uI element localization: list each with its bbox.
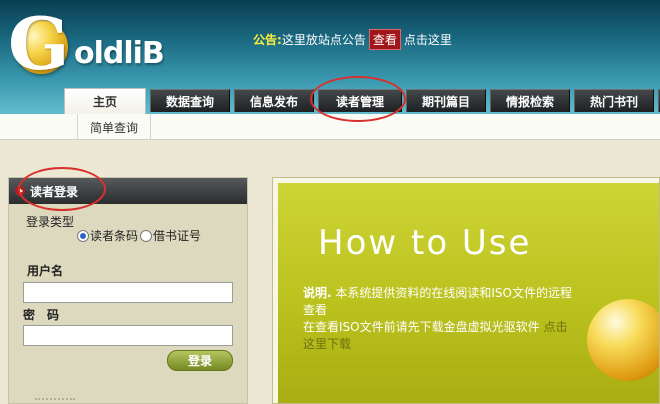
decorative-ball-icon (587, 299, 659, 381)
login-button[interactable]: 登录 (167, 350, 233, 371)
tab-data-query[interactable]: 数据查询 (150, 89, 230, 112)
card-number-radio[interactable] (140, 229, 153, 242)
sub-nav: 简单查询 (0, 114, 660, 140)
username-input[interactable] (23, 282, 233, 303)
announcement-link[interactable]: 点击这里 (404, 31, 452, 48)
announcement-text: 这里放站点公告 (281, 33, 366, 47)
arrow-bullet-icon (15, 186, 25, 196)
login-panel-title: 读者登录 (30, 184, 79, 199)
banner-desc-label: 说明. (303, 286, 332, 300)
subnav-simple-query[interactable]: 简单查询 (77, 114, 151, 140)
main-nav-tabs: 主页 数据查询 信息发布 读者管理 期刊篇目 情报检索 热门书刊 (0, 88, 660, 114)
barcode-radio[interactable] (77, 229, 89, 242)
username-label: 用户名 (27, 264, 64, 278)
login-panel-header: 读者登录 (9, 178, 247, 204)
tab-popular-books[interactable]: 热门书刊 (574, 89, 654, 112)
banner-description: 说明. 本系统提供资料的在线阅读和ISO文件的远程查看 在查看ISO文件前请先下… (303, 285, 573, 353)
tab-info-publish[interactable]: 信息发布 (234, 89, 314, 112)
how-to-use-banner: How to Use 说明. 本系统提供资料的在线阅读和ISO文件的远程查看 在… (272, 177, 660, 404)
logo-letter: G (8, 1, 70, 86)
announcement-bar: 公告: 这里放站点公告 查看 点击这里 (253, 29, 452, 50)
card-number-radio-label[interactable]: 借书证号 (153, 227, 201, 244)
barcode-radio-label[interactable]: 读者条码 (90, 227, 138, 244)
banner-title: How to Use (318, 223, 532, 263)
tab-home[interactable]: 主页 (64, 88, 146, 114)
announcement-label: 公告: (253, 33, 282, 47)
banner-background: How to Use 说明. 本系统提供资料的在线阅读和ISO文件的远程查看 在… (278, 183, 659, 403)
tab-periodicals[interactable]: 期刊篇目 (406, 89, 486, 112)
site-header: G oldliB 公告: 这里放站点公告 查看 点击这里 主页 数据查询 信息发… (0, 0, 660, 114)
panel-divider (35, 398, 75, 404)
password-input[interactable] (23, 325, 233, 346)
password-label: 密 码 (23, 308, 60, 322)
site-logo[interactable]: G oldliB (8, 8, 170, 80)
reader-login-panel: 读者登录 登录类型 读者条码 借书证号 用户名 密 码 登录 (8, 177, 248, 404)
login-type-options: 读者条码 借书证号 (77, 227, 201, 244)
announcement-view-button[interactable]: 查看 (368, 29, 401, 50)
tab-intel-search[interactable]: 情报检索 (490, 89, 570, 112)
banner-desc-line2: 在查看ISO文件前请先下载金盘虚拟光驱软件 (303, 320, 540, 334)
tab-reader-management[interactable]: 读者管理 (318, 89, 402, 112)
login-type-label: 登录类型 (26, 215, 75, 229)
banner-desc-line1: 本系统提供资料的在线阅读和ISO文件的远程查看 (303, 286, 572, 317)
logo-text: oldliB (74, 36, 165, 71)
